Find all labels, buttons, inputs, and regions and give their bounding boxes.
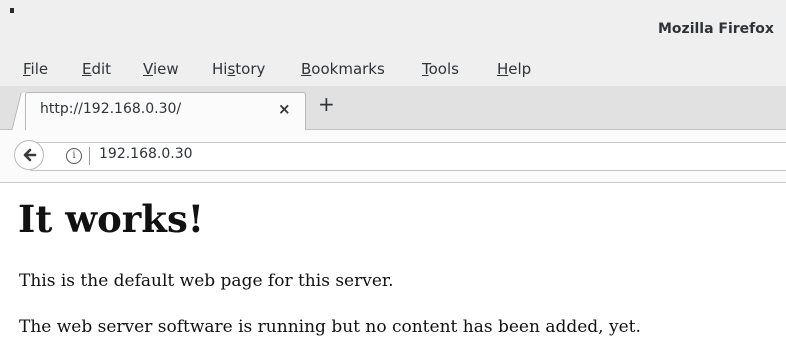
menu-help[interactable]: Help xyxy=(497,60,531,78)
info-icon[interactable]: i xyxy=(66,148,82,164)
menu-bookmarks[interactable]: Bookmarks xyxy=(301,60,385,78)
menu-edit[interactable]: Edit xyxy=(82,60,111,78)
back-button[interactable] xyxy=(14,140,44,170)
tab-title: http://192.168.0.30/ xyxy=(40,101,182,117)
navigation-bar: i 192.168.0.30 xyxy=(0,130,786,183)
url-separator xyxy=(89,147,90,165)
tab-current[interactable]: http://192.168.0.30/ × xyxy=(25,92,306,130)
page-paragraph-2: The web server software is running but n… xyxy=(19,317,641,337)
page-paragraph-1: This is the default web page for this se… xyxy=(19,271,394,291)
window-title: Mozilla Firefox xyxy=(658,21,774,37)
menu-view[interactable]: View xyxy=(143,60,179,78)
tab-strip: http://192.168.0.30/ × + xyxy=(0,86,786,130)
menu-file[interactable]: File xyxy=(23,60,48,78)
back-arrow-icon xyxy=(23,148,37,162)
url-text[interactable]: 192.168.0.30 xyxy=(99,146,193,162)
window-corner-mark xyxy=(10,8,14,13)
menu-bar: File Edit View History Bookmarks Tools H… xyxy=(0,54,786,86)
menu-tools[interactable]: Tools xyxy=(422,60,459,78)
url-bar[interactable]: i 192.168.0.30 xyxy=(30,142,786,171)
plus-icon[interactable]: + xyxy=(318,94,335,114)
page-heading: It works! xyxy=(18,197,205,241)
menu-history[interactable]: History xyxy=(212,60,265,78)
page-content: It works! This is the default web page f… xyxy=(0,183,786,347)
close-icon[interactable]: × xyxy=(278,100,291,118)
title-bar: Mozilla Firefox xyxy=(0,0,786,54)
